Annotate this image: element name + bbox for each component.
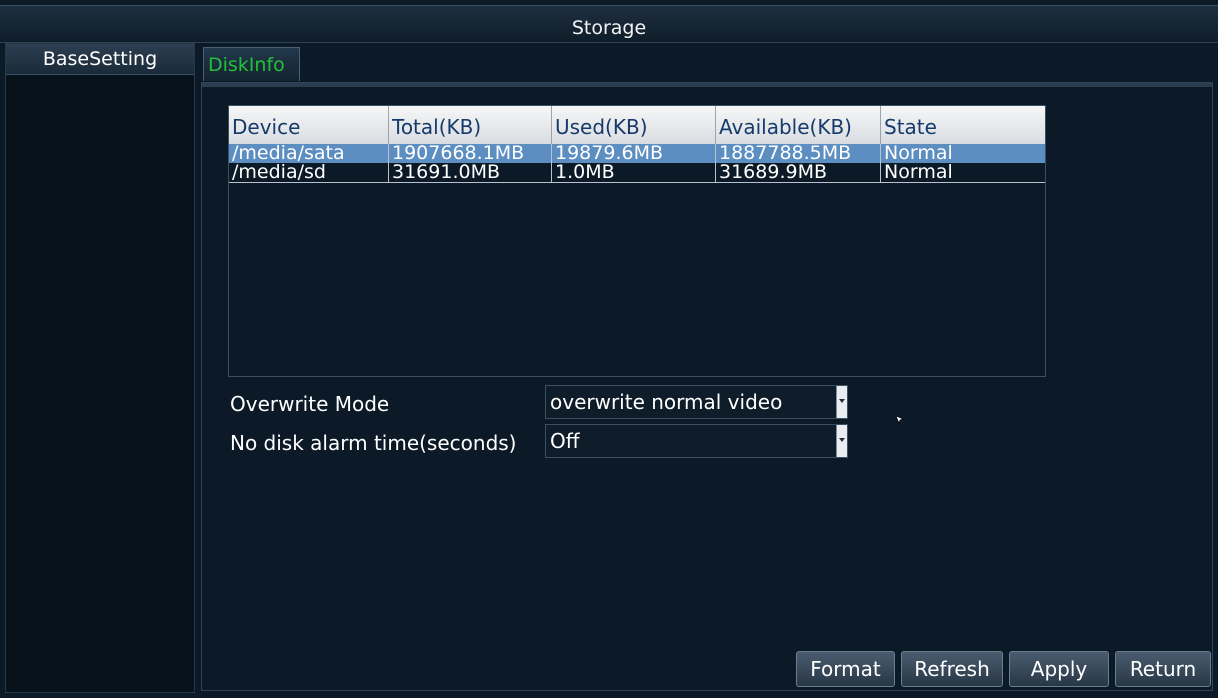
- table-row[interactable]: /media/sd 31691.0MB 1.0MB 31689.9MB Norm…: [229, 163, 1045, 183]
- no-disk-alarm-label: No disk alarm time(seconds): [230, 431, 517, 455]
- cell-total: 1907668.1MB: [389, 144, 552, 163]
- panel-divider: [202, 83, 1212, 87]
- overwrite-mode-select[interactable]: overwrite normal video: [545, 385, 848, 419]
- title-bar: Storage: [0, 5, 1218, 43]
- sidebar: BaseSetting: [5, 43, 195, 693]
- disk-table: Device Total(KB) Used(KB) Available(KB) …: [228, 105, 1046, 377]
- column-header-state[interactable]: State: [881, 106, 1045, 144]
- window-title: Storage: [571, 17, 647, 39]
- cell-used: 1.0MB: [552, 163, 716, 182]
- cell-total: 31691.0MB: [389, 163, 552, 182]
- apply-button[interactable]: Apply: [1009, 651, 1109, 687]
- cell-state: Normal: [884, 163, 953, 182]
- no-disk-alarm-select[interactable]: Off: [545, 424, 848, 458]
- mouse-cursor-icon: [895, 415, 904, 424]
- overwrite-mode-label: Overwrite Mode: [230, 392, 390, 416]
- return-button[interactable]: Return: [1115, 651, 1211, 687]
- dropdown-arrow-icon[interactable]: [836, 386, 847, 418]
- sidebar-item-basesetting[interactable]: BaseSetting: [6, 44, 194, 75]
- cell-used: 19879.6MB: [552, 144, 716, 163]
- cell-available: 1887788.5MB: [716, 144, 881, 163]
- cell-available: 31689.9MB: [716, 163, 881, 182]
- tab-diskinfo[interactable]: DiskInfo: [203, 47, 300, 81]
- format-button[interactable]: Format: [796, 651, 895, 687]
- table-row[interactable]: /media/sata 1907668.1MB 19879.6MB 188778…: [229, 144, 1045, 163]
- dropdown-arrow-icon[interactable]: [836, 425, 847, 457]
- cell-device: /media/sd: [229, 163, 389, 182]
- column-header-total[interactable]: Total(KB): [389, 106, 552, 144]
- table-header: Device Total(KB) Used(KB) Available(KB) …: [229, 106, 1045, 144]
- column-header-used[interactable]: Used(KB): [552, 106, 716, 144]
- no-disk-alarm-value: Off: [550, 429, 580, 453]
- cell-device: /media/sata: [229, 144, 389, 163]
- column-header-device[interactable]: Device: [229, 106, 389, 144]
- column-header-available[interactable]: Available(KB): [716, 106, 881, 144]
- overwrite-mode-value: overwrite normal video: [550, 390, 783, 414]
- refresh-button[interactable]: Refresh: [901, 651, 1003, 687]
- cell-state: Normal: [884, 144, 953, 163]
